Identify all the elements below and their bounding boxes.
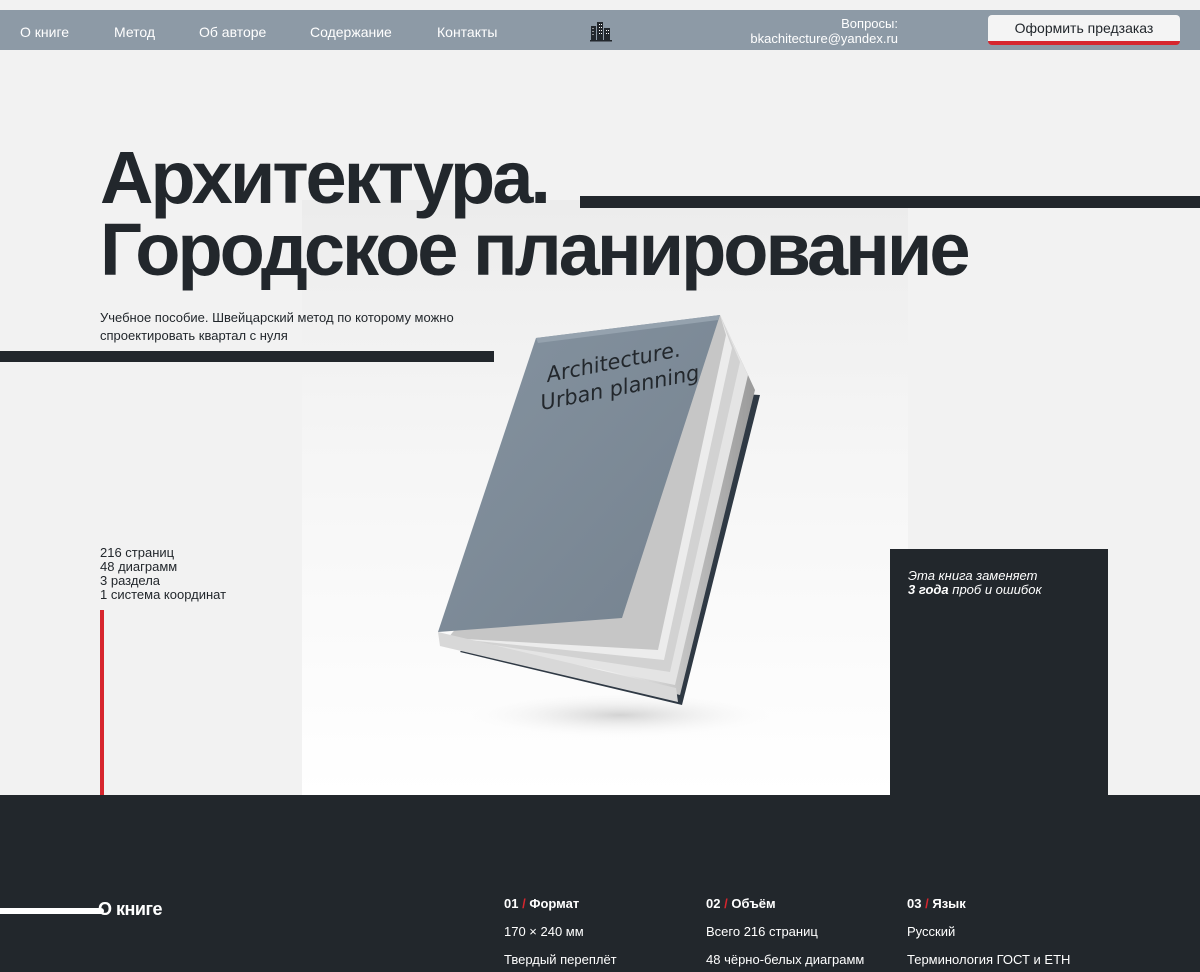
column-item: 48 чёрно-белых диаграмм (706, 952, 865, 967)
top-strip (0, 0, 1200, 10)
column-item: Терминология ГОСТ и ETH (907, 952, 1071, 967)
about-heading: О книге (98, 899, 162, 919)
stat-pages: 216 страниц (100, 545, 175, 560)
quote-line1: Эта книга заменяет (908, 568, 1038, 583)
nav-link-about-book[interactable]: О книге (20, 24, 69, 40)
stat-diagrams: 48 диаграмм (100, 559, 178, 574)
slash-divider: / (925, 896, 929, 911)
column-number: 03 (907, 896, 922, 911)
contact-email-link[interactable]: bkachitecture@yandex.ru (750, 31, 898, 46)
quote-line2: 3 года проб и ошибок (908, 583, 1042, 597)
about-column-volume: 02 / Объём Всего 216 страниц 48 чёрно-бе… (706, 896, 864, 968)
stat-coordinate-system: 1 система координат (100, 587, 227, 602)
column-title: Формат (529, 896, 580, 911)
column-number: 02 (706, 896, 721, 911)
column-item: 170 × 240 мм (504, 924, 584, 939)
column-heading: 02 / Объём (706, 896, 864, 912)
nav-link-author[interactable]: Об авторе (199, 24, 266, 40)
slash-divider: / (724, 896, 728, 911)
column-title: Язык (932, 896, 966, 911)
city-buildings-icon[interactable] (590, 20, 612, 42)
top-navigation: О книге Метод Об авторе Содержание Конта… (0, 10, 1200, 50)
about-column-format: 01 / Формат 170 × 240 мм Твердый переплё… (504, 896, 617, 968)
column-heading: 03 / Язык (907, 896, 1070, 912)
book-illustration: Architecture. Urban planning (438, 315, 770, 737)
title-line-architecture: Архитектура. (100, 136, 551, 219)
preorder-button[interactable]: Оформить предзаказ (988, 15, 1180, 45)
quote-box: Эта книга заменяет 3 года проб и ошибок (890, 549, 1108, 796)
quote-text: Эта книга заменяет 3 года проб и ошибок (908, 569, 1042, 597)
nav-link-contents[interactable]: Содержание (310, 24, 392, 40)
book-stats-list: 216 страниц 48 диаграмм 3 раздела 1 сист… (100, 546, 226, 602)
contact-info: Вопросы: bkachitecture@yandex.ru (750, 17, 898, 47)
column-heading: 01 / Формат (504, 896, 617, 912)
about-heading-bar (0, 908, 104, 914)
nav-link-method[interactable]: Метод (114, 24, 155, 40)
stats-red-accent-line (100, 610, 104, 796)
questions-label: Вопросы: (841, 16, 898, 31)
nav-link-contacts[interactable]: Контакты (437, 24, 497, 40)
page-title: Архитектура. Городское планирование (100, 136, 970, 291)
column-title: Объём (731, 896, 776, 911)
column-number: 01 (504, 896, 519, 911)
column-item: Твердый переплёт (504, 952, 617, 967)
quote-rest: проб и ошибок (948, 582, 1042, 597)
column-item: Русский (907, 924, 956, 939)
about-column-language: 03 / Язык Русский Терминология ГОСТ и ET… (907, 896, 1070, 968)
stat-sections: 3 раздела (100, 573, 161, 588)
title-line-urban-planning: Городское планирование (100, 208, 970, 291)
slash-divider: / (522, 896, 526, 911)
quote-bold-years: 3 года (908, 582, 949, 597)
column-item: Всего 216 страниц (706, 924, 818, 939)
